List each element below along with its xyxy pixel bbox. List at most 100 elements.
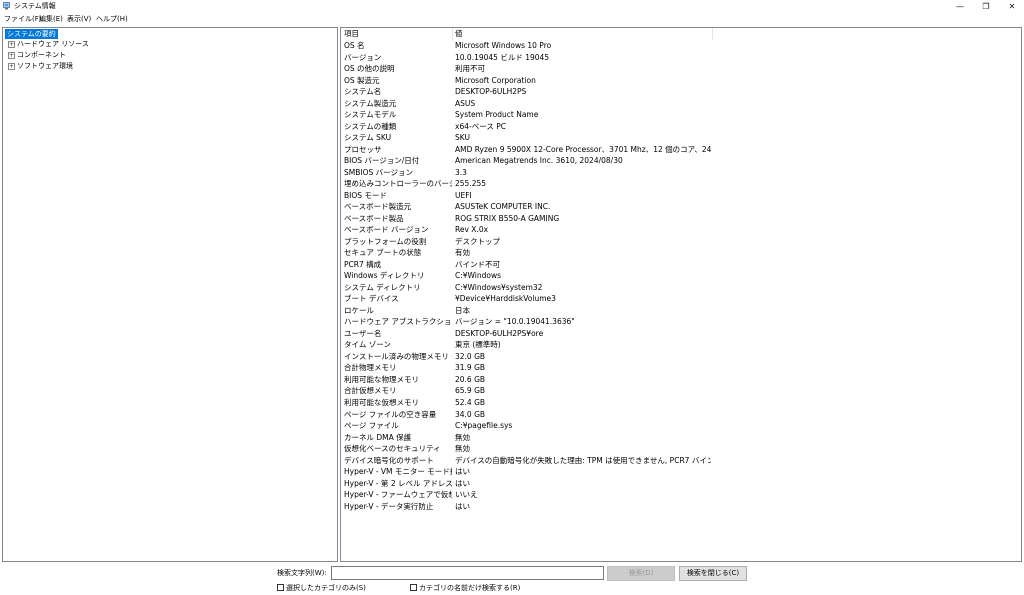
row-item-cell: 合計仮想メモリ xyxy=(344,386,397,396)
row-item-cell: ページ ファイルの空き容量 xyxy=(344,409,437,419)
table-row[interactable]: ベースボード製造元 ASUSTeK COMPUTER INC. xyxy=(341,201,1021,213)
table-row[interactable]: システム製造元 ASUS xyxy=(341,98,1021,110)
menu-help[interactable]: ヘルプ(H) xyxy=(96,14,128,24)
search-category-names-checkbox[interactable]: カテゴリの名前だけ検索する(R) xyxy=(410,584,520,593)
table-row[interactable]: ページ ファイルの空き容量 34.0 GB xyxy=(341,409,1021,421)
table-row[interactable]: BIOS モード UEFI xyxy=(341,190,1021,202)
table-row[interactable]: ユーザー名 DESKTOP-6ULH2PS¥ore xyxy=(341,328,1021,340)
menu-bar: ファイル(F) 編集(E) 表示(V) ヘルプ(H) xyxy=(0,13,1024,26)
checkbox-box[interactable] xyxy=(277,584,284,591)
table-row[interactable]: ベースボード バージョン Rev X.0x xyxy=(341,224,1021,236)
row-value-cell: American Megatrends Inc. 3610, 2024/08/3… xyxy=(455,156,623,166)
table-row[interactable]: Hyper-V - 第 2 レベル アドレス変...はい xyxy=(341,478,1021,490)
find-button[interactable]: 検索(D) xyxy=(607,566,675,581)
row-item-cell: Hyper-V - ファームウェアで仮想化が... xyxy=(344,490,452,500)
table-row[interactable]: Hyper-V - データ実行防止 はい xyxy=(341,501,1021,513)
table-row[interactable]: 合計物理メモリ 31.9 GB xyxy=(341,362,1021,374)
table-row[interactable]: ロケール 日本 xyxy=(341,305,1021,317)
row-item-cell: ベースボード バージョン xyxy=(344,225,429,235)
row-value-cell: Microsoft Corporation xyxy=(455,75,536,85)
table-row[interactable]: システムの種類 x64-ベース PC xyxy=(341,121,1021,133)
table-row[interactable]: 利用可能な物理メモリ 20.6 GB xyxy=(341,374,1021,386)
menu-view[interactable]: 表示(V) xyxy=(67,14,91,24)
table-row[interactable]: Hyper-V - ファームウェアで仮想化が...いいえ xyxy=(341,489,1021,501)
table-row[interactable]: SMBIOS バージョン 3.3 xyxy=(341,167,1021,179)
close-button[interactable]: ✕ xyxy=(998,0,1024,13)
restore-button[interactable]: ❐ xyxy=(972,0,1000,13)
title-bar: システム情報 — ❐ ✕ xyxy=(0,0,1024,13)
table-row[interactable]: タイム ゾーン 東京 (標準時) xyxy=(341,339,1021,351)
column-divider[interactable] xyxy=(452,28,453,40)
row-value-cell: いいえ xyxy=(455,490,478,500)
minimize-icon: — xyxy=(956,2,964,11)
details-list[interactable]: 項目 値 OS 名 Microsoft Windows 10 Pro バージョン 10… xyxy=(340,27,1022,562)
table-row[interactable]: Windows ディレクトリ C:¥Windows xyxy=(341,270,1021,282)
row-item-cell: Hyper-V - データ実行防止 xyxy=(344,501,434,511)
list-header: 項目 値 xyxy=(341,28,713,40)
search-selected-category-checkbox[interactable]: 選択したカテゴリのみ(S) xyxy=(277,584,366,593)
search-input[interactable] xyxy=(331,566,604,580)
row-item-cell: システム製造元 xyxy=(344,98,397,108)
table-row[interactable]: プラットフォームの役割 デスクトップ xyxy=(341,236,1021,248)
row-value-cell: 10.0.19045 ビルド 19045 xyxy=(455,52,550,62)
row-value-cell: バージョン = "10.0.19041.3636" xyxy=(455,317,575,327)
row-item-cell: 仮想化ベースのセキュリティ xyxy=(344,444,441,454)
row-value-cell: 3.3 xyxy=(455,167,467,177)
table-row[interactable]: セキュア ブートの状態 有効 xyxy=(341,247,1021,259)
row-value-cell: ROG STRIX B550-A GAMING xyxy=(455,213,560,223)
row-item-cell: システムモデル xyxy=(344,110,397,120)
table-row[interactable]: Hyper-V - VM モニター モード拡張...はい xyxy=(341,466,1021,478)
table-row[interactable]: 埋め込みコントローラーのバージョン255.255 xyxy=(341,178,1021,190)
table-row[interactable]: デバイス暗号化のサポート デバイスの自動暗号化が失敗した理由: TPM は使用でき… xyxy=(341,455,1021,467)
table-row[interactable]: OS 製造元 Microsoft Corporation xyxy=(341,75,1021,87)
row-item-cell: BIOS バージョン/日付 xyxy=(344,156,420,166)
close-find-button[interactable]: 検索を閉じる(C) xyxy=(679,566,747,581)
row-item-cell: 利用可能な物理メモリ xyxy=(344,374,419,384)
table-row[interactable]: ベースボード製品 ROG STRIX B550-A GAMING xyxy=(341,213,1021,225)
table-row[interactable]: システム名 DESKTOP-6ULH2PS xyxy=(341,86,1021,98)
table-row[interactable]: システムモデル System Product Name xyxy=(341,109,1021,121)
column-header-value[interactable]: 値 xyxy=(455,29,463,39)
menu-edit[interactable]: 編集(E) xyxy=(39,14,63,24)
column-header-item[interactable]: 項目 xyxy=(344,29,359,39)
row-value-cell: デスクトップ xyxy=(455,236,500,246)
table-row[interactable]: インストール済みの物理メモリ (RAM)32.0 GB xyxy=(341,351,1021,363)
table-row[interactable]: PCR7 構成 バインド不可 xyxy=(341,259,1021,271)
table-row[interactable]: プロセッサ AMD Ryzen 9 5900X 12-Core Processor… xyxy=(341,144,1021,156)
checkbox-label: カテゴリの名前だけ検索する(R) xyxy=(419,584,521,592)
category-tree[interactable]: システムの要約 + ハードウェア リソース + コンポーネント + ソフトウェア… xyxy=(2,27,338,562)
table-row[interactable]: 利用可能な仮想メモリ 52.4 GB xyxy=(341,397,1021,409)
row-value-cell: C:¥Windows xyxy=(455,271,502,281)
row-item-cell: Hyper-V - 第 2 レベル アドレス変... xyxy=(344,478,452,488)
expand-icon[interactable]: + xyxy=(8,41,15,48)
restore-icon: ❐ xyxy=(982,2,990,11)
table-row[interactable]: システム ディレクトリ C:¥Windows¥system32 xyxy=(341,282,1021,294)
table-row[interactable]: システム SKU SKU xyxy=(341,132,1021,144)
row-value-cell: 東京 (標準時) xyxy=(455,340,501,350)
row-item-cell: プロセッサ xyxy=(344,144,382,154)
row-value-cell: 有効 xyxy=(455,248,470,258)
row-value-cell: 20.6 GB xyxy=(455,374,486,384)
row-value-cell: AMD Ryzen 9 5900X 12-Core Processor、3701… xyxy=(455,144,711,154)
column-divider[interactable] xyxy=(712,28,713,40)
minimize-button[interactable]: — xyxy=(946,0,974,13)
row-item-cell: SMBIOS バージョン xyxy=(344,167,413,177)
table-row[interactable]: OS 名 Microsoft Windows 10 Pro xyxy=(341,40,1021,52)
row-item-cell: デバイス暗号化のサポート xyxy=(344,455,434,465)
row-item-cell: インストール済みの物理メモリ (RAM) xyxy=(344,351,452,361)
table-row[interactable]: ハードウェア アブストラクション レイヤーバージョン = "10.0.19041… xyxy=(341,316,1021,328)
tree-item-label: ハードウェア リソース xyxy=(17,40,89,48)
table-row[interactable]: ページ ファイル C:¥pagefile.sys xyxy=(341,420,1021,432)
expand-icon[interactable]: + xyxy=(8,63,15,70)
expand-icon[interactable]: + xyxy=(8,52,15,59)
table-row[interactable]: 合計仮想メモリ 65.9 GB xyxy=(341,385,1021,397)
row-value-cell: ¥Device¥HarddiskVolume3 xyxy=(455,294,556,304)
table-row[interactable]: ブート デバイス ¥Device¥HarddiskVolume3 xyxy=(341,293,1021,305)
menu-file[interactable]: ファイル(F) xyxy=(4,14,42,24)
table-row[interactable]: BIOS バージョン/日付 American Megatrends Inc. 36… xyxy=(341,155,1021,167)
checkbox-box[interactable] xyxy=(410,584,417,591)
table-row[interactable]: 仮想化ベースのセキュリティ 無効 xyxy=(341,443,1021,455)
table-row[interactable]: OS の他の説明 利用不可 xyxy=(341,63,1021,75)
table-row[interactable]: バージョン 10.0.19045 ビルド 19045 xyxy=(341,52,1021,64)
table-row[interactable]: カーネル DMA 保護 無効 xyxy=(341,432,1021,444)
